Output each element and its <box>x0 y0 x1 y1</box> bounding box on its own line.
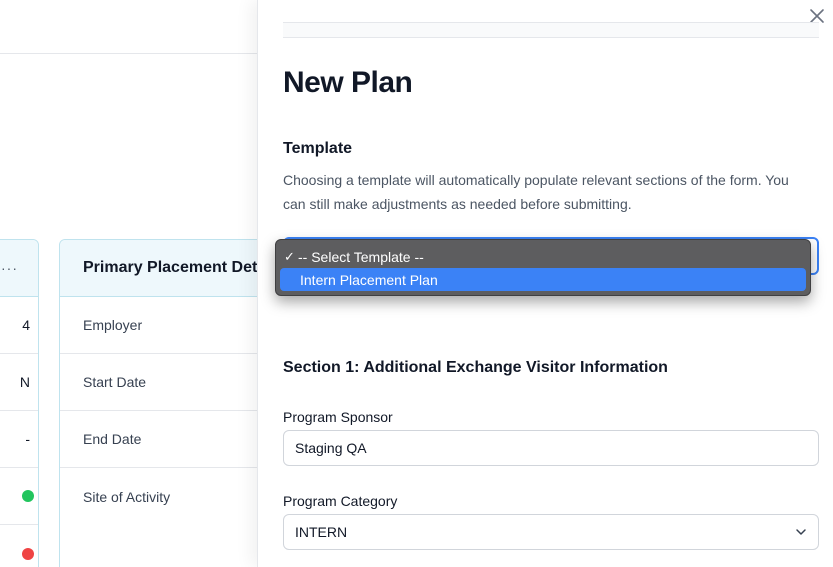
summary-row: N <box>0 354 38 411</box>
primary-placement-card-header: Primary Placement Det <box>60 240 288 297</box>
template-description: Choosing a template will automatically p… <box>283 172 789 212</box>
template-option-label: -- Select Template -- <box>298 248 424 265</box>
program-category-select[interactable]: INTERN <box>283 514 819 550</box>
drawer-top-strip <box>283 22 819 38</box>
placement-row-employer: Employer <box>60 297 288 354</box>
program-category-label: Program Category <box>283 493 398 509</box>
placement-row-end-date: End Date <box>60 411 288 468</box>
summary-row: - <box>0 411 38 468</box>
page: ··· 4 N - Primary Placement Det Employer… <box>0 0 833 567</box>
summary-value: 4 <box>22 317 30 333</box>
template-dropdown-menu: ✓ -- Select Template -- Intern Placement… <box>275 239 811 296</box>
program-sponsor-value: Staging QA <box>295 440 367 456</box>
summary-card: ··· 4 N - <box>0 239 39 567</box>
summary-row <box>0 468 38 525</box>
template-option-select[interactable]: ✓ -- Select Template -- <box>280 245 806 268</box>
summary-value: N <box>19 374 30 390</box>
primary-placement-card: Primary Placement Det Employer Start Dat… <box>59 239 289 567</box>
more-options-icon[interactable]: ··· <box>1 260 18 276</box>
new-plan-drawer: New Plan Template Choosing a template wi… <box>257 0 833 567</box>
summary-row <box>0 525 38 567</box>
summary-row: 4 <box>0 297 38 354</box>
section-1-heading: Section 1: Additional Exchange Visitor I… <box>283 359 668 376</box>
template-option-label: Intern Placement Plan <box>300 271 438 288</box>
chevron-down-icon <box>795 526 807 538</box>
placement-row-start-date: Start Date <box>60 354 288 411</box>
program-category-value: INTERN <box>295 524 348 540</box>
checkmark-icon: ✓ <box>284 248 295 264</box>
summary-value: - <box>25 431 30 447</box>
status-dot-red <box>22 547 34 560</box>
placement-row-site-of-activity: Site of Activity <box>83 488 171 505</box>
program-sponsor-input[interactable]: Staging QA <box>283 430 819 466</box>
status-dot-green <box>22 490 34 502</box>
primary-placement-card-title: Primary Placement Det <box>83 259 258 276</box>
program-sponsor-label: Program Sponsor <box>283 409 393 425</box>
background-top-bar <box>0 0 258 54</box>
summary-card-header: ··· <box>0 240 38 297</box>
template-option-intern-placement-plan[interactable]: Intern Placement Plan <box>280 268 806 291</box>
page-title: New Plan <box>283 66 413 99</box>
template-heading: Template <box>283 140 353 157</box>
